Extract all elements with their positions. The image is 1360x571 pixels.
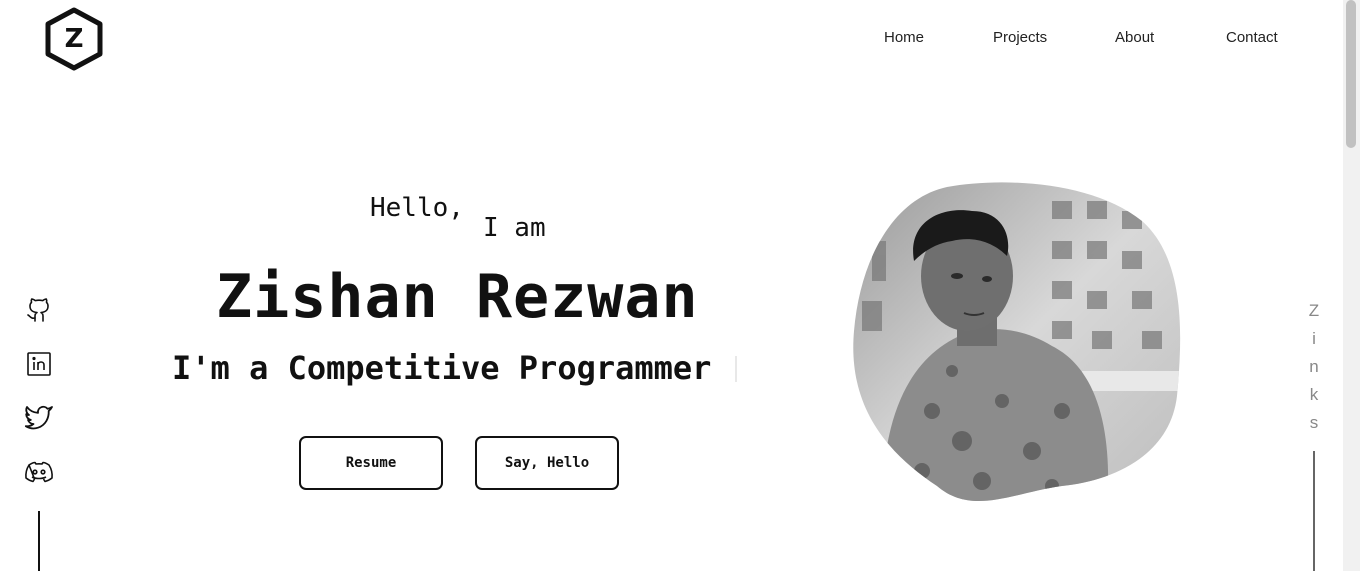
typing-cursor xyxy=(735,356,737,382)
discord-icon[interactable] xyxy=(22,455,56,489)
nav-contact[interactable]: Contact xyxy=(1226,29,1278,46)
nav-projects[interactable]: Projects xyxy=(993,29,1047,46)
social-divider-line xyxy=(38,511,40,571)
hero-intro: I am xyxy=(483,213,546,243)
hero-role: I'm a Competitive Programmer xyxy=(172,349,712,387)
side-letter: s xyxy=(1309,413,1319,432)
side-letter: i xyxy=(1312,329,1316,348)
twitter-icon[interactable] xyxy=(22,400,56,434)
hero-name: Zishan Rezwan xyxy=(216,262,699,332)
scrollbar-thumb[interactable] xyxy=(1346,0,1356,148)
profile-photo xyxy=(853,182,1181,502)
side-letter: n xyxy=(1309,357,1319,376)
linkedin-icon[interactable] xyxy=(22,347,56,381)
side-divider-line xyxy=(1313,451,1315,571)
scrollbar[interactable] xyxy=(1343,0,1360,571)
resume-button[interactable]: Resume xyxy=(299,436,443,490)
side-letter: Z xyxy=(1308,301,1320,320)
side-links-vertical[interactable]: Z i n k s xyxy=(1305,297,1323,437)
hero-greeting: Hello, xyxy=(370,193,464,223)
main-nav: Home Projects About Contact xyxy=(0,29,1340,51)
side-letter: k xyxy=(1309,385,1319,404)
nav-about[interactable]: About xyxy=(1115,29,1154,46)
say-hello-button[interactable]: Say, Hello xyxy=(475,436,619,490)
nav-home[interactable]: Home xyxy=(884,29,924,46)
github-icon[interactable] xyxy=(22,293,56,327)
